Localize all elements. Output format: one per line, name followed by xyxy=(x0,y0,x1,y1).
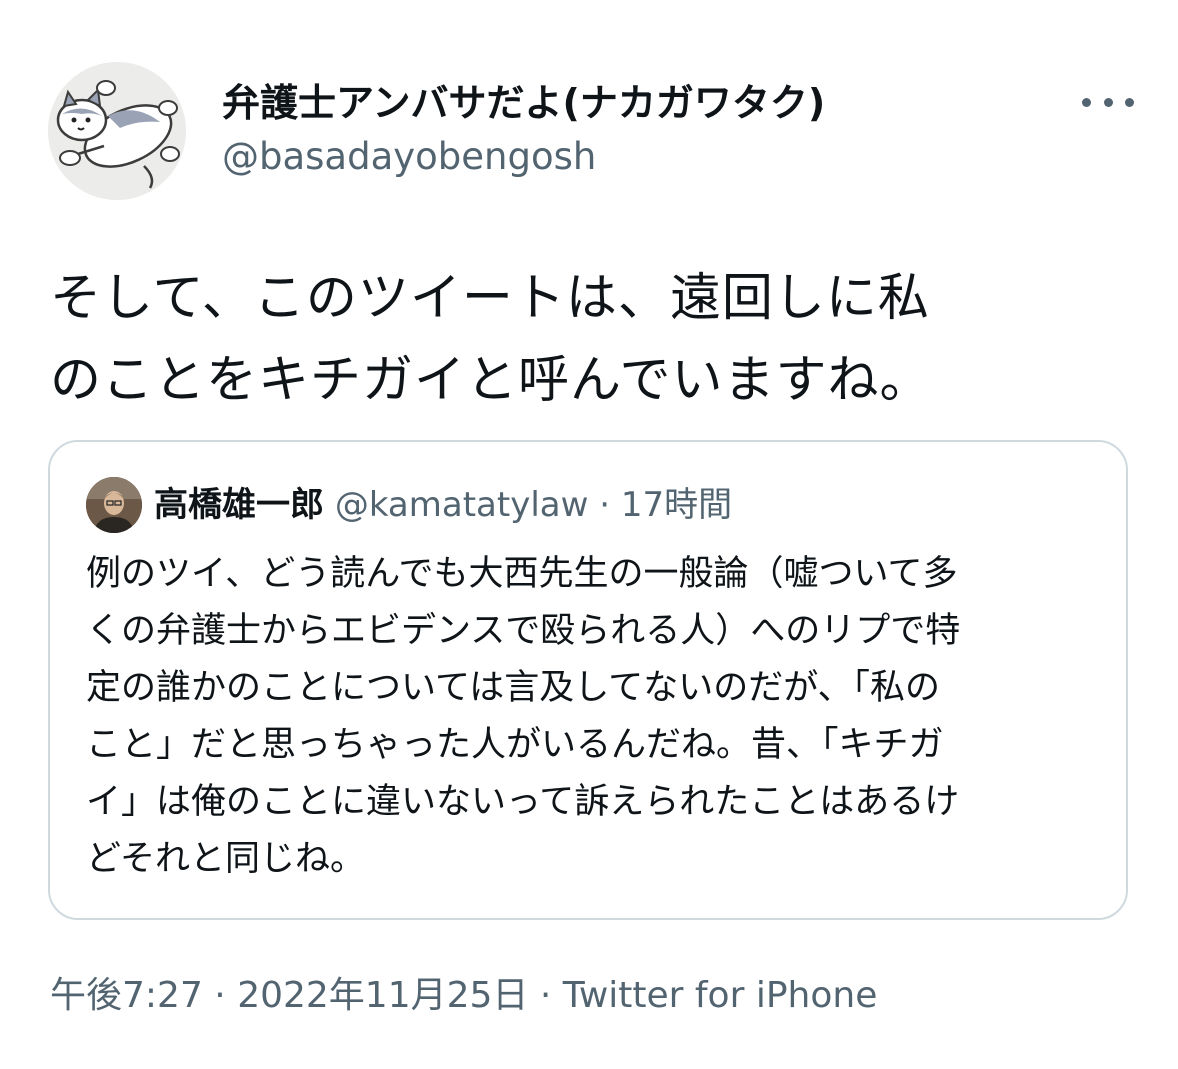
author-handle[interactable]: @basadayobengosh xyxy=(222,132,596,182)
tweet-date[interactable]: 2022年11月25日 xyxy=(237,975,528,1016)
quoted-tweet-header: 高橋雄一郎 @kamatatylaw · 17時間 xyxy=(154,482,732,528)
tweet-body: そして、このツイートは、遠回しに私 のことをキチガイと呼んでいますね。 xyxy=(50,258,1140,422)
quoted-tweet-card[interactable]: 高橋雄一郎 @kamatatylaw · 17時間 例のツイ、どう読んでも大西先… xyxy=(48,440,1128,920)
quoted-text-line: 例のツイ、どう読んでも大西先生の一般論（嘘ついて多 xyxy=(86,554,958,594)
author-avatar[interactable] xyxy=(48,62,186,200)
quoted-text-line: イ」は俺のことに違いないって訴えられたことはあるけ xyxy=(86,782,960,822)
quoted-tweet-body: 例のツイ、どう読んでも大西先生の一般論（嘘ついて多 くの弁護士からエビデンスで殴… xyxy=(86,546,1096,888)
quoted-text-line: どそれと同じね。 xyxy=(86,839,365,879)
tweet-time[interactable]: 午後7:27 xyxy=(50,975,203,1016)
cat-avatar-icon xyxy=(48,62,186,200)
more-options-icon xyxy=(1082,97,1091,107)
more-options-icon xyxy=(1125,97,1134,107)
tweet-source: Twitter for iPhone xyxy=(562,975,878,1016)
author-display-name[interactable]: 弁護士アンバサだよ(ナカガワタク) xyxy=(222,78,825,128)
header-separator: · xyxy=(588,485,621,525)
tweet-text-line: のことをキチガイと呼んでいますね。 xyxy=(50,351,932,410)
meta-separator: · xyxy=(528,975,563,1016)
quoted-author-avatar[interactable] xyxy=(86,477,142,533)
tweet-metadata: 午後7:27 · 2022年11月25日 · Twitter for iPhon… xyxy=(50,972,877,1020)
more-options-icon xyxy=(1103,97,1113,107)
tweet-text-line: そして、このツイートは、遠回しに私 xyxy=(50,269,930,328)
quoted-text-line: くの弁護士からエビデンスで殴られる人）へのリプで特 xyxy=(86,611,961,651)
quoted-author-name[interactable]: 高橋雄一郎 xyxy=(154,485,324,525)
person-photo-icon xyxy=(86,477,142,533)
more-options-button[interactable] xyxy=(1082,80,1134,124)
quoted-timestamp[interactable]: 17時間 xyxy=(621,485,732,525)
quoted-text-line: こと」だと思っちゃった人がいるんだね。昔、「キチガ xyxy=(86,725,944,765)
meta-separator: · xyxy=(202,975,238,1016)
quoted-text-line: 定の誰かのことについては言及してないのだが、「私の xyxy=(86,668,941,708)
quoted-author-handle[interactable]: @kamatatylaw xyxy=(335,485,589,525)
